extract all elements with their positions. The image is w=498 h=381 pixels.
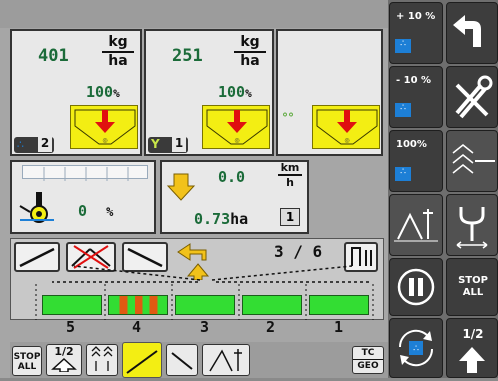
marker-arm-icon bbox=[394, 209, 438, 242]
width-fork-icon bbox=[456, 207, 488, 249]
active-sections-count: 3 / 6 bbox=[274, 242, 323, 261]
rate-increase-button[interactable]: + 10 % ∴ bbox=[389, 2, 443, 64]
product-1-percent: 100% bbox=[86, 83, 120, 101]
seed-dots-icon: ∴ bbox=[17, 138, 24, 151]
section-label-3: 3 bbox=[200, 318, 210, 336]
boom-right-icon bbox=[171, 352, 193, 370]
product-panel-2[interactable]: 251 kg ha 100% ◎ Y 1 bbox=[144, 29, 274, 156]
product-2-unit: kg ha bbox=[234, 35, 266, 69]
status-bar bbox=[0, 0, 388, 28]
hopper-1: ◎ bbox=[70, 105, 138, 149]
product-panel-3[interactable]: ◎ °° bbox=[276, 29, 383, 156]
meter-badge-2: Y 1 bbox=[148, 136, 188, 153]
product-1-rate: 401 bbox=[38, 46, 69, 66]
product-2-rate: 251 bbox=[172, 46, 203, 66]
hopper-level-icon: ◎ bbox=[74, 109, 136, 145]
hopper-level-icon: ◎ bbox=[316, 109, 378, 145]
back-button[interactable] bbox=[446, 2, 498, 64]
speed-area-panel[interactable]: 0.0 km h 0.73ha 1 bbox=[160, 160, 309, 234]
seedling-icon: Y bbox=[151, 137, 160, 151]
boom-spread-lines bbox=[52, 265, 372, 283]
product-1-unit: kg ha bbox=[102, 35, 134, 69]
wrench-screwdriver-icon bbox=[455, 75, 493, 119]
section-label-4: 4 bbox=[132, 318, 142, 336]
settings-button[interactable] bbox=[446, 66, 498, 128]
tramline-icon bbox=[91, 346, 113, 371]
section-label-1: 1 bbox=[334, 318, 344, 336]
pause-icon bbox=[397, 268, 435, 306]
half-width-button[interactable]: 1/2 bbox=[446, 318, 498, 378]
working-width-button[interactable] bbox=[446, 194, 498, 256]
up-arrow-icon bbox=[51, 357, 77, 373]
marker-arm-button[interactable] bbox=[389, 194, 443, 256]
hopper-sensor-icon bbox=[19, 192, 54, 223]
svg-text:◎: ◎ bbox=[102, 137, 107, 144]
meter-badge-1: ∴ 2 bbox=[14, 136, 54, 153]
rotate-metering-icon: ∴ bbox=[398, 329, 434, 367]
tramline-button[interactable] bbox=[86, 344, 118, 376]
half-width-small-button[interactable]: 1/2 bbox=[46, 344, 82, 376]
seed-dots-icon: ∴ bbox=[395, 39, 411, 53]
stop-all-small-button[interactable]: STOP ALL bbox=[12, 346, 42, 376]
section-label-2: 2 bbox=[266, 318, 276, 336]
speed-unit: km h bbox=[278, 162, 302, 188]
granule-icon: °° bbox=[282, 111, 294, 125]
metering-toggle-button[interactable]: ∴ bbox=[389, 318, 443, 378]
boom-left-icon bbox=[126, 350, 158, 374]
marker-button[interactable] bbox=[202, 344, 250, 376]
tramline-arrows-icon bbox=[452, 144, 495, 174]
speed-value: 0.0 bbox=[218, 168, 246, 186]
terminal-screen: 401 kg ha 100% ◎ ∴ 2 251 kg ha 100% ◎ Y … bbox=[0, 0, 498, 378]
boom-left-mode-button[interactable] bbox=[122, 342, 162, 378]
hopper-2: ◎ bbox=[202, 105, 270, 149]
rate-reset-button[interactable]: 100% ∴ bbox=[389, 130, 443, 192]
area-value: 0.73ha bbox=[194, 210, 249, 228]
product-panel-1[interactable]: 401 kg ha 100% ◎ ∴ 2 bbox=[10, 29, 142, 156]
svg-text:◎: ◎ bbox=[344, 137, 349, 144]
tc-geo-button[interactable]: TC GEO bbox=[352, 346, 384, 374]
fill-level-value: 0 % bbox=[78, 202, 114, 220]
hopper-level-icon: ◎ bbox=[206, 109, 268, 145]
section-label-5: 5 bbox=[66, 318, 76, 336]
pause-button[interactable] bbox=[389, 258, 443, 316]
fill-level-panel[interactable]: 0 % bbox=[10, 160, 156, 234]
stop-all-button[interactable]: STOP ALL bbox=[446, 258, 498, 316]
seed-dots-icon: ∴ bbox=[395, 167, 411, 181]
fill-level-gauge bbox=[22, 165, 148, 181]
hopper-3: ◎ bbox=[312, 105, 380, 149]
back-arrow-icon bbox=[453, 15, 481, 47]
up-arrow-icon bbox=[459, 347, 485, 373]
tramline-advance-button[interactable] bbox=[446, 130, 498, 192]
seed-dots-icon: ∴ bbox=[395, 103, 411, 117]
marker-arm-icon bbox=[209, 349, 242, 372]
rate-decrease-button[interactable]: - 10 % ∴ bbox=[389, 66, 443, 128]
product-2-percent: 100% bbox=[218, 83, 252, 101]
svg-text:◎: ◎ bbox=[234, 137, 239, 144]
area-counter[interactable]: 1 bbox=[280, 208, 300, 226]
svg-text:∴: ∴ bbox=[413, 344, 419, 354]
boom-right-mode-button[interactable] bbox=[166, 344, 198, 376]
gauge-ticks bbox=[43, 167, 129, 181]
down-arrow-icon bbox=[166, 173, 196, 201]
